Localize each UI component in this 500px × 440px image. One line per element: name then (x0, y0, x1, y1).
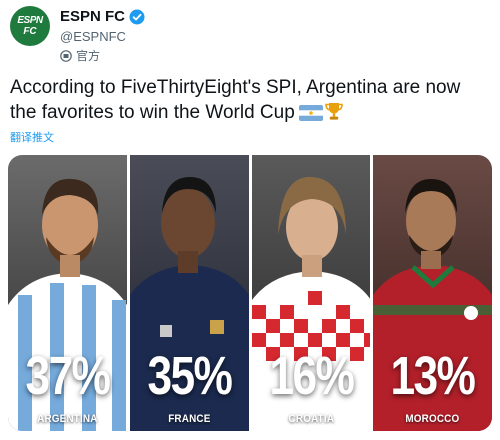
percentage-croatia: 16% (269, 346, 354, 406)
avatar-logo-line1: ESPN (17, 14, 43, 26)
avatar-logo-line2: FC (23, 25, 37, 37)
percentage-argentina: 37% (25, 346, 111, 406)
panel-croatia: 16% CROATIA (251, 155, 371, 431)
percentage-france: 35% (147, 346, 232, 406)
official-label: 官方 (76, 49, 101, 63)
team-name-france: FRANCE (167, 413, 211, 425)
official-label-row: 官方 (60, 47, 100, 64)
panel-france: 35% FRANCE (129, 155, 249, 431)
verified-badge-icon (129, 9, 145, 25)
panel-argentina: 37% ARGENTINA (8, 155, 127, 431)
name-row: ESPN FC (60, 8, 145, 25)
tweet-header: ESPN FC ESPN FC @ESPNFC 官方 (8, 4, 492, 64)
panel-morocco: 13% MOROCCO (373, 155, 492, 431)
percentage-morocco: 13% (390, 346, 476, 406)
translate-tweet-link[interactable]: 翻译推文 (10, 129, 54, 145)
handle[interactable]: @ESPNFC (60, 29, 126, 44)
argentina-flag-icon (298, 104, 323, 128)
team-name-croatia: CROATIA (288, 413, 334, 425)
display-name[interactable]: ESPN FC (60, 8, 125, 25)
tweet-text: According to FiveThirtyEight's SPI, Arge… (10, 76, 490, 129)
avatar[interactable]: ESPN FC (10, 6, 50, 46)
tweet-body: According to FiveThirtyEight's SPI, Arge… (10, 77, 461, 123)
team-name-argentina: ARGENTINA (37, 413, 98, 425)
team-name-morocco: MOROCCO (405, 413, 460, 425)
tweet-media[interactable]: 37% ARGENTINA 35% FRANCE 16% CROATIA 13%… (8, 155, 492, 431)
trophy-icon (323, 100, 345, 129)
official-badge-icon (60, 49, 72, 62)
